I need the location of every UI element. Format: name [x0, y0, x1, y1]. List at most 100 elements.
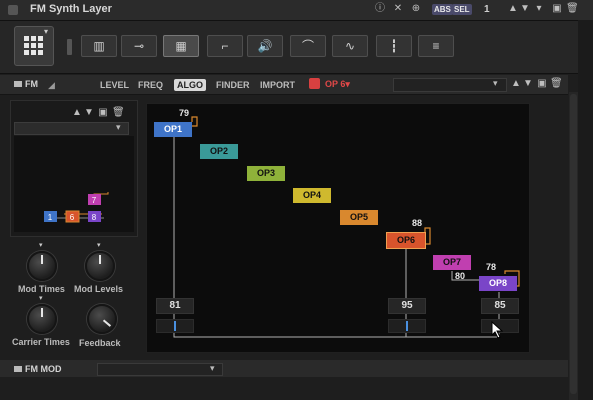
- scrollbar[interactable]: [569, 92, 578, 400]
- tab-level[interactable]: LEVEL: [97, 79, 132, 91]
- operator-op8[interactable]: OP8: [479, 276, 517, 291]
- delete-icon[interactable]: 🗑: [566, 3, 579, 15]
- keyboard-icon: ▥: [93, 39, 105, 53]
- knob-marker-icon: ▾: [97, 242, 101, 249]
- operator-op1[interactable]: OP1: [154, 122, 192, 137]
- preview-op-7: 7: [92, 196, 97, 205]
- operator-select-label: OP 6: [325, 79, 346, 89]
- operator-op6[interactable]: OP6: [386, 232, 426, 249]
- operator-color-swatch: [309, 78, 320, 89]
- preset-field[interactable]: [393, 78, 507, 92]
- arrow-up-icon[interactable]: ▲: [507, 3, 519, 15]
- preview-op-6: 6: [70, 213, 75, 222]
- right-edge: [578, 20, 593, 400]
- op7-mod-level-value: 80: [455, 271, 466, 281]
- chevron-down-icon: ▾: [116, 122, 121, 132]
- layer-menu-icon[interactable]: [8, 5, 18, 15]
- speaker-icon: 🔊: [257, 39, 273, 53]
- fm-mod-title: FM MOD: [25, 364, 62, 374]
- operator-op2[interactable]: OP2: [200, 144, 238, 159]
- arrow-up-icon[interactable]: ▲: [510, 78, 522, 90]
- operator-op4[interactable]: OP4: [293, 188, 331, 203]
- arrow-down-icon[interactable]: ▼: [522, 78, 534, 90]
- tab-finder[interactable]: FINDER: [213, 79, 253, 91]
- chevron-down-icon: ▾: [210, 363, 215, 373]
- op8-output-level[interactable]: 85: [481, 298, 519, 314]
- op1-feedback-value: 79: [179, 108, 190, 118]
- algorithm-editor[interactable]: 79 88 78 80 OP1 OP2 OP3 OP4 OP5 OP6 OP7 …: [146, 103, 530, 353]
- collapse-icon[interactable]: [14, 81, 22, 87]
- save-icon[interactable]: ▣: [551, 3, 563, 15]
- mouse-cursor-icon: [491, 321, 504, 339]
- tab-import[interactable]: IMPORT: [257, 79, 298, 91]
- feedback-label: Feedback: [79, 338, 121, 348]
- operator-op3[interactable]: OP3: [247, 166, 285, 181]
- steps-button[interactable]: ┇: [376, 35, 412, 57]
- chevron-down-icon: ▾: [345, 79, 350, 89]
- carrier-times-label: Carrier Times: [12, 337, 70, 347]
- knob-marker-icon: ▾: [39, 295, 43, 302]
- feedback-knob[interactable]: [87, 304, 117, 334]
- op6-feedback-value: 88: [412, 218, 423, 228]
- algorithm-preset-select[interactable]: ▾: [14, 122, 129, 135]
- operator-op7[interactable]: OP7: [433, 255, 471, 270]
- save-icon[interactable]: ▣: [536, 78, 548, 90]
- arrow-down-icon[interactable]: ▼: [83, 107, 95, 119]
- routing-button[interactable]: ⊸: [121, 35, 157, 57]
- mod-levels-knob[interactable]: [85, 251, 115, 281]
- tab-algo[interactable]: ALGO: [174, 79, 206, 91]
- filter-icon: ⌐: [221, 39, 229, 53]
- fm-mod-select[interactable]: ▾: [97, 363, 223, 376]
- keyboard-button[interactable]: ▥: [81, 35, 117, 57]
- algorithm-preview-diagram: 1 6 8 7: [44, 192, 109, 223]
- arrow-down-icon[interactable]: ▼: [519, 3, 531, 15]
- amp-button[interactable]: 🔊: [247, 35, 283, 57]
- abs-toggle[interactable]: ABS: [432, 4, 453, 15]
- layer-counter: 1: [484, 4, 490, 15]
- save-icon[interactable]: ▣: [97, 107, 109, 119]
- op6-output-level[interactable]: 95: [388, 298, 426, 314]
- preview-op-1: 1: [48, 213, 53, 222]
- tab-freq[interactable]: FREQ: [135, 79, 166, 91]
- algo-grid-button[interactable]: ▦: [163, 35, 199, 57]
- toolbar-grip: [67, 39, 72, 55]
- menu-down-icon[interactable]: ▾: [533, 3, 545, 15]
- list-icon: ≡: [432, 39, 440, 53]
- main-menu-button[interactable]: ▾: [14, 26, 54, 66]
- list-button[interactable]: ≡: [418, 35, 454, 57]
- delete-icon[interactable]: 🗑: [550, 78, 563, 90]
- chevron-down-icon[interactable]: ▾: [493, 78, 498, 89]
- carrier-times-knob[interactable]: [27, 304, 57, 334]
- op1-pan-control[interactable]: [156, 319, 194, 333]
- algo-grid-icon: ▦: [175, 39, 187, 53]
- op8-feedback-value: 78: [486, 262, 497, 272]
- collapse-icon[interactable]: [14, 366, 22, 372]
- arrow-up-icon[interactable]: ▲: [71, 107, 83, 119]
- step-bars-icon: ┇: [390, 39, 398, 53]
- operator-select[interactable]: OP 6▾: [325, 79, 350, 90]
- delete-icon[interactable]: 🗑: [112, 107, 125, 119]
- filter-button[interactable]: ⌐: [207, 35, 243, 57]
- mod-times-label: Mod Times: [18, 284, 65, 294]
- algorithm-preview: 1 6 8 7: [14, 136, 134, 232]
- algorithm-connections: [173, 116, 520, 338]
- window-title: FM Synth Layer: [30, 3, 112, 15]
- slider-icon: ⊸: [133, 39, 145, 53]
- mute-icon[interactable]: ✕: [392, 3, 404, 15]
- operator-op5[interactable]: OP5: [340, 210, 378, 225]
- sine-wave-icon: ∿: [344, 39, 356, 53]
- op1-output-level[interactable]: 81: [156, 298, 194, 314]
- fm-mod-section-header: [0, 360, 568, 377]
- op6-pan-control[interactable]: [388, 319, 426, 333]
- envelope-shape-icon: ◢: [48, 80, 55, 90]
- preview-op-8: 8: [92, 213, 97, 222]
- envelope-button[interactable]: ⌒: [290, 35, 326, 57]
- title-bar: FM Synth Layer ⓘ ✕ ⊕ ABS SEL 1 ▲ ▼ ▾ ▣ 🗑: [0, 0, 593, 21]
- mod-times-knob[interactable]: [27, 251, 57, 281]
- target-icon[interactable]: ⊕: [410, 3, 422, 15]
- section-title: FM: [25, 79, 38, 89]
- info-icon[interactable]: ⓘ: [374, 3, 386, 15]
- lfo-button[interactable]: ∿: [332, 35, 368, 57]
- sel-toggle[interactable]: SEL: [452, 4, 472, 15]
- chevron-down-icon: ▾: [44, 27, 49, 36]
